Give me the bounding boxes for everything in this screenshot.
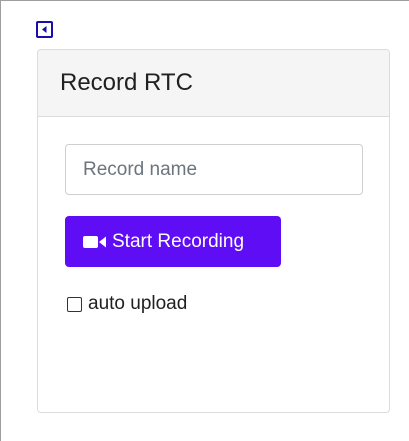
card-title: Record RTC (60, 69, 193, 96)
auto-upload-label: auto upload (88, 293, 188, 314)
auto-upload-row[interactable]: auto upload (67, 293, 187, 315)
card-header: Record RTC (38, 50, 389, 117)
record-rtc-card: Record RTC Start Recording auto upload (37, 49, 390, 413)
caret-left-icon (42, 26, 47, 33)
app-frame: Record RTC Start Recording auto upload (0, 0, 409, 441)
start-recording-label: Start Recording (112, 230, 245, 252)
collapse-panel-button[interactable] (36, 21, 53, 38)
record-name-input[interactable] (65, 144, 363, 195)
start-recording-button[interactable]: Start Recording (65, 216, 281, 267)
video-camera-icon (83, 234, 107, 250)
auto-upload-checkbox[interactable] (67, 296, 82, 312)
